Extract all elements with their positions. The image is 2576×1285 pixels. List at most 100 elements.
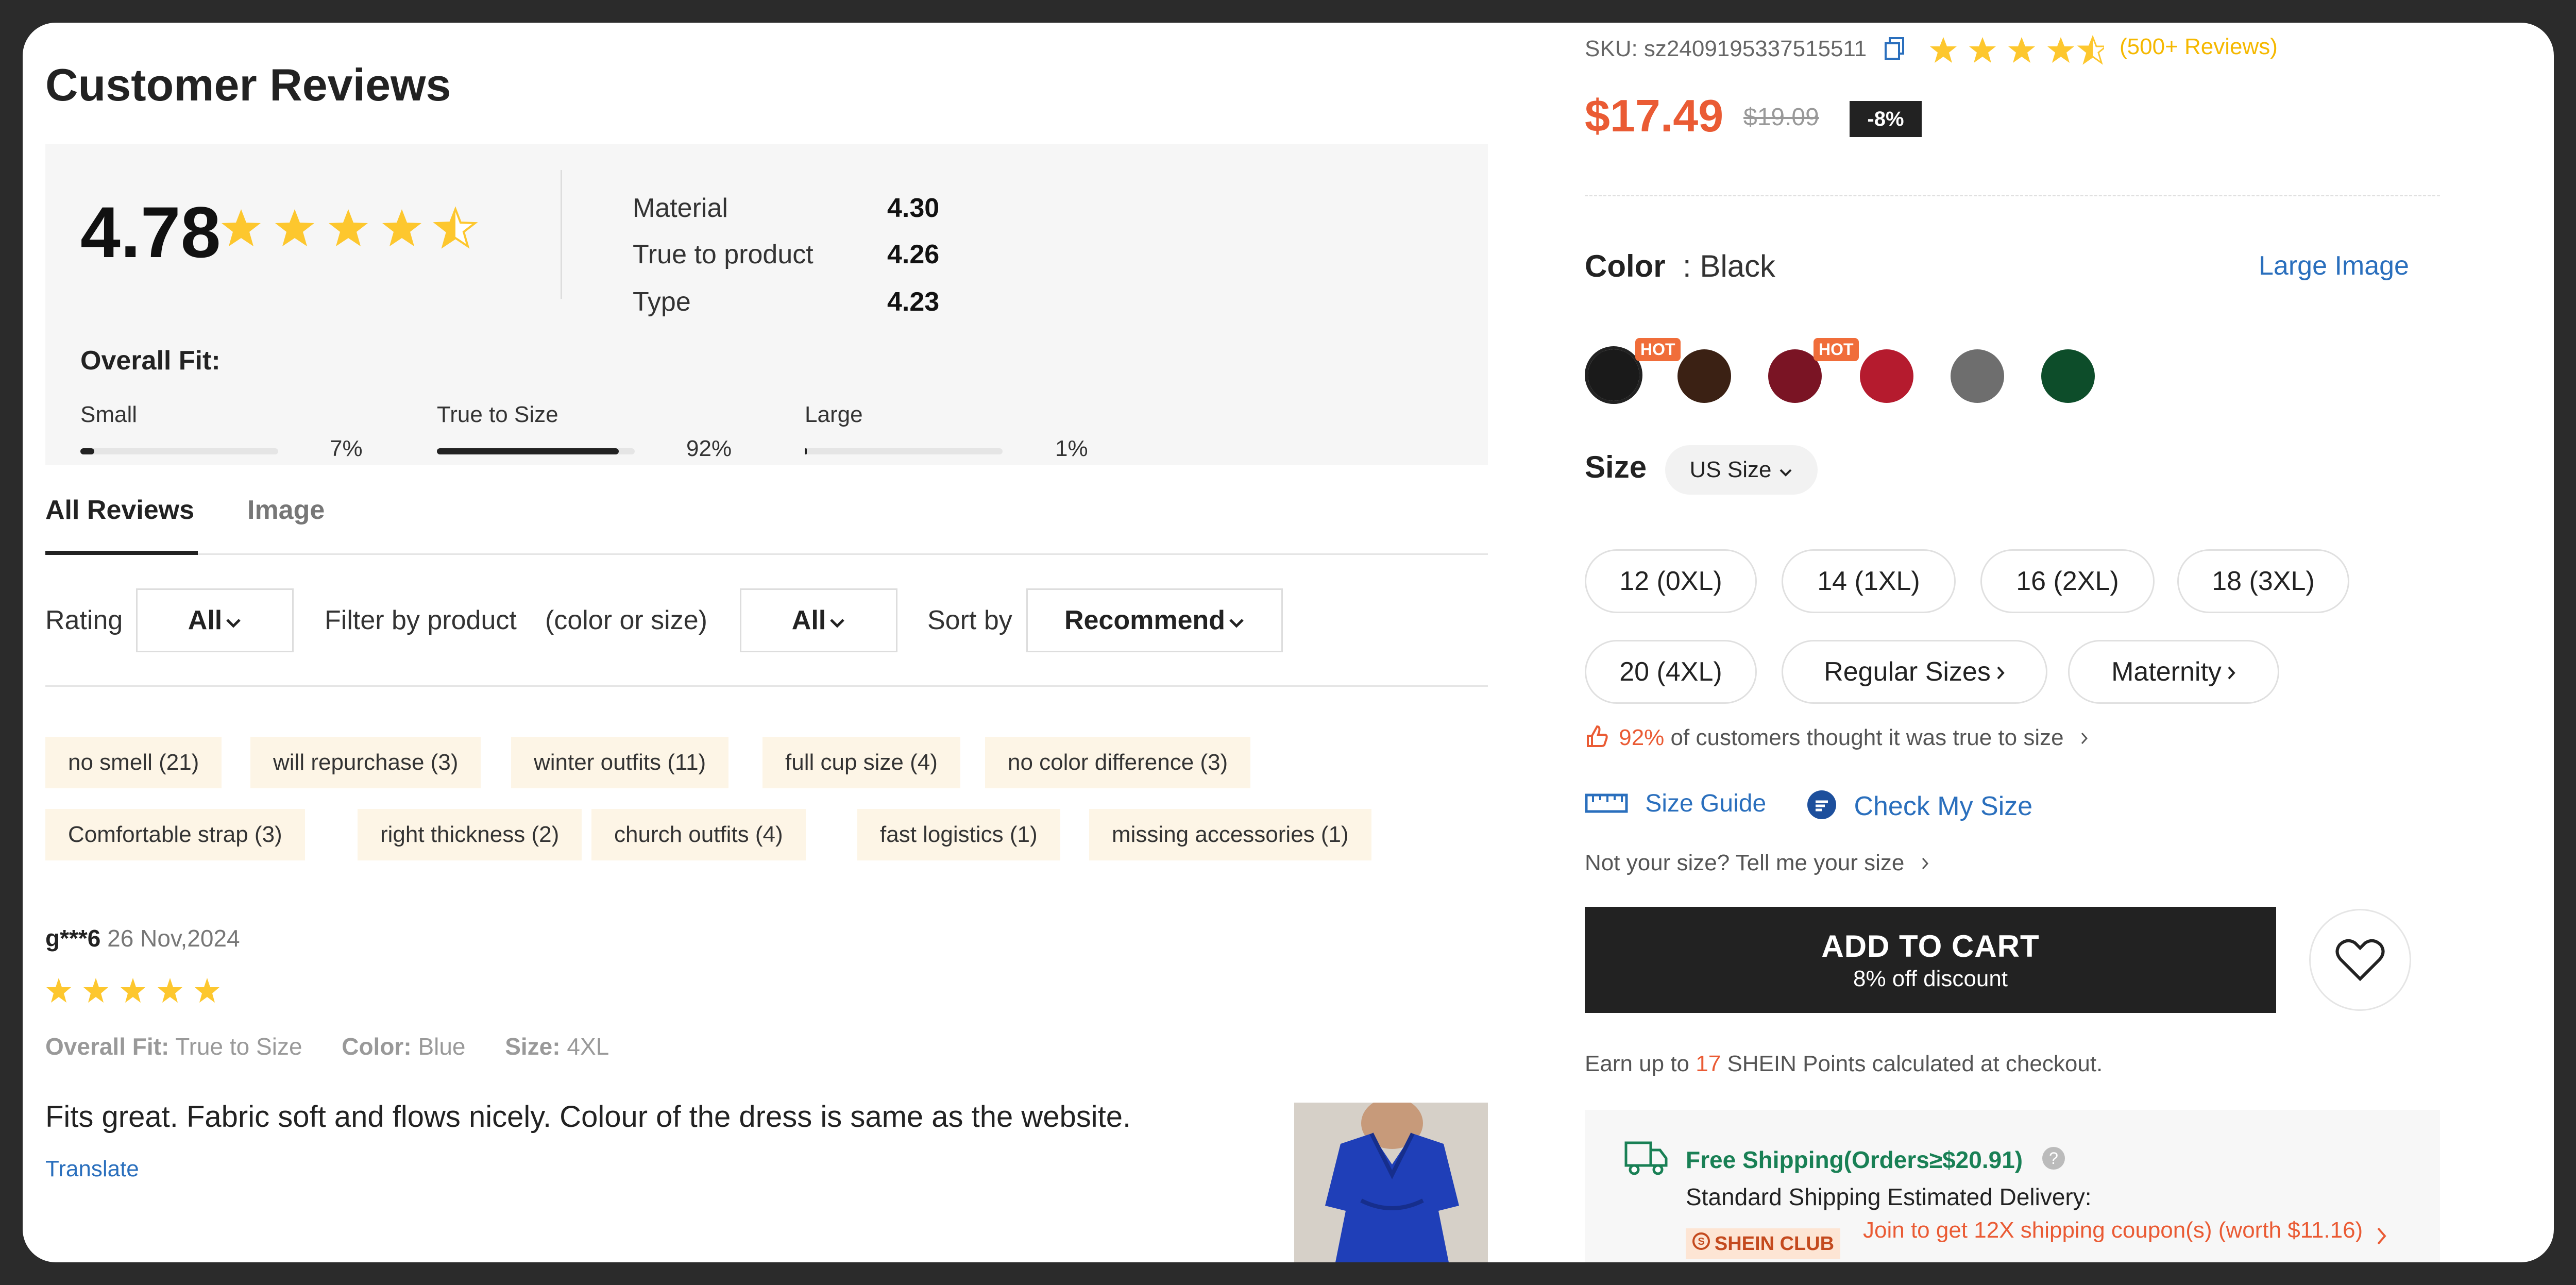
fit-label-true-to-size: True to Size: [437, 402, 558, 427]
chevron-down-icon: [829, 605, 845, 636]
review-tag[interactable]: right thickness (2): [358, 809, 582, 860]
star-icon: [121, 978, 145, 1003]
chevron-down-icon: [1778, 457, 1793, 483]
color-label: Color: [1585, 249, 1666, 283]
translate-link[interactable]: Translate: [45, 1156, 139, 1182]
fit-bar-fill: [80, 448, 94, 454]
metric-value-true-to-product: 4.26: [887, 240, 940, 269]
shein-club-badge: S SHEIN CLUB: [1686, 1228, 1840, 1259]
fit-bar-small: [80, 448, 278, 454]
chevron-right-icon: [1996, 656, 2005, 687]
large-image-link[interactable]: Large Image: [2259, 250, 2409, 281]
review-tag[interactable]: no smell (21): [45, 737, 222, 788]
ruler-icon: [1585, 792, 1628, 821]
sort-label: Sort by: [927, 605, 1012, 635]
star-icon: [46, 978, 71, 1003]
review-tag[interactable]: will repurchase (3): [250, 737, 481, 788]
tab-image[interactable]: Image: [247, 495, 325, 526]
tab-active-indicator: [45, 551, 198, 555]
review-fit-label: Overall Fit:: [45, 1033, 170, 1060]
review-tag[interactable]: church outfits (4): [591, 809, 806, 860]
chevron-right-icon: [2227, 656, 2236, 687]
review-text: Fits great. Fabric soft and flows nicely…: [45, 1100, 1131, 1134]
discount-badge: -8%: [1850, 101, 1922, 137]
reviewer-name: g***6: [45, 925, 101, 952]
review-tag[interactable]: Comfortable strap (3): [45, 809, 305, 860]
size-option[interactable]: 12 (0XL): [1585, 549, 1757, 613]
dress-photo-icon: [1294, 1103, 1488, 1262]
star-icon: [195, 978, 219, 1003]
half-star-icon: [435, 208, 476, 247]
star-icon: [2008, 37, 2035, 63]
product-filter-value: All: [791, 605, 826, 635]
review-color-label: Color:: [342, 1033, 412, 1060]
truck-icon: [1624, 1139, 1668, 1179]
not-your-size-link[interactable]: Not your size? Tell me your size: [1585, 850, 1929, 876]
chevron-right-icon[interactable]: [2376, 1226, 2387, 1248]
review-tag[interactable]: winter outfits (11): [511, 737, 729, 788]
check-my-size-label: Check My Size: [1854, 791, 2033, 821]
review-tag[interactable]: no color difference (3): [985, 737, 1251, 788]
review-tag[interactable]: full cup size (4): [762, 737, 960, 788]
review-stars: [45, 976, 231, 1009]
metric-value-type: 4.23: [887, 287, 940, 317]
club-icon: S: [1692, 1232, 1710, 1256]
review-tag[interactable]: missing accessories (1): [1089, 809, 1371, 860]
size-option-regular[interactable]: Regular Sizes: [1782, 640, 2047, 704]
star-icon: [1930, 37, 1957, 63]
reviews-count-link[interactable]: (500+ Reviews): [2120, 34, 2278, 60]
tab-all-reviews[interactable]: All Reviews: [45, 495, 194, 526]
review-fit-value: True to Size: [175, 1033, 302, 1060]
check-my-size-link[interactable]: Check My Size: [1806, 789, 2032, 827]
copy-icon[interactable]: [1884, 36, 1906, 63]
size-option[interactable]: 18 (3XL): [2177, 549, 2349, 613]
rating-filter-value: All: [188, 605, 223, 635]
fit-bar-large: [805, 448, 1003, 454]
size-guide-link[interactable]: Size Guide: [1585, 789, 1766, 821]
review-size-value: 4XL: [567, 1033, 609, 1060]
size-option[interactable]: 16 (2XL): [1980, 549, 2155, 613]
overall-fit-title: Overall Fit:: [80, 346, 221, 376]
star-icon: [83, 978, 108, 1003]
size-label: Size: [1585, 450, 1647, 484]
review-date: 26 Nov,2024: [107, 925, 240, 952]
review-tag[interactable]: fast logistics (1): [857, 809, 1060, 860]
overall-stars: [221, 205, 478, 254]
swatch-green[interactable]: [2041, 349, 2095, 403]
points-number: 17: [1696, 1051, 1721, 1076]
metric-label-material: Material: [633, 193, 728, 223]
fit-bar-true-to-size: [437, 448, 635, 454]
star-icon: [222, 209, 261, 246]
review-size-label: Size:: [505, 1033, 561, 1060]
wishlist-button[interactable]: [2309, 909, 2411, 1011]
svg-text:S: S: [1698, 1236, 1704, 1247]
true-to-size-info[interactable]: 92% of customers thought it was true to …: [1585, 724, 2089, 755]
reviews-title: Customer Reviews: [45, 59, 451, 110]
swatch-red[interactable]: [1860, 349, 1913, 403]
chevron-right-icon: [1921, 850, 1929, 875]
swatch-brown[interactable]: [1677, 349, 1731, 403]
swatch-grey[interactable]: [1951, 349, 2004, 403]
size-option-label: Regular Sizes: [1824, 657, 1991, 687]
chevron-down-icon: [1228, 605, 1245, 636]
product-rating-stars[interactable]: [1929, 33, 2107, 69]
shipping-estimate: Standard Shipping Estimated Delivery:: [1686, 1183, 2092, 1210]
club-offer-text[interactable]: Join to get 12X shipping coupon(s) (wort…: [1863, 1218, 2378, 1243]
review-photo[interactable]: [1294, 1103, 1488, 1262]
chevron-right-icon: [2080, 725, 2089, 750]
help-icon[interactable]: ?: [2042, 1147, 2065, 1170]
product-filter-select[interactable]: All: [740, 588, 897, 652]
size-option[interactable]: 20 (4XL): [1585, 640, 1757, 704]
add-to-cart-button[interactable]: ADD TO CART 8% off discount: [1585, 907, 2276, 1013]
original-price: $19.09: [1743, 104, 1819, 131]
swatch-black[interactable]: [1585, 346, 1642, 404]
sort-value: Recommend: [1064, 605, 1226, 635]
sort-select[interactable]: Recommend: [1026, 588, 1283, 652]
size-option[interactable]: 14 (1XL): [1782, 549, 1956, 613]
points-pre: Earn up to: [1585, 1051, 1690, 1076]
product-page: Customer Reviews 4.78 Material 4.30 True: [23, 23, 2554, 1262]
size-option-maternity[interactable]: Maternity: [2068, 640, 2279, 704]
size-system-select[interactable]: US Size: [1665, 445, 1818, 495]
price-divider: [1585, 195, 2440, 196]
rating-filter-select[interactable]: All: [136, 588, 294, 652]
